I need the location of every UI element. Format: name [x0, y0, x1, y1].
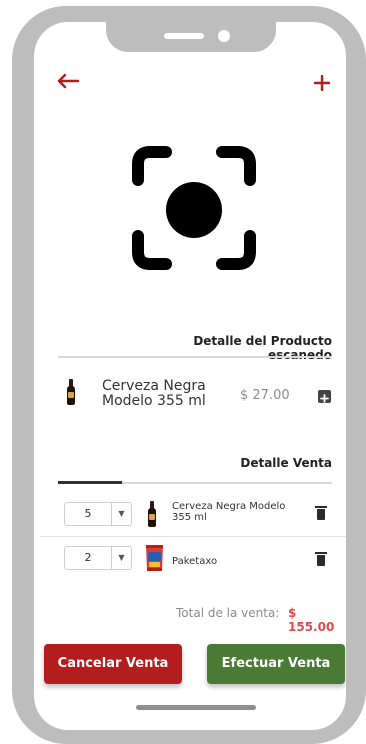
sale-section-title: Detalle Venta [240, 456, 332, 470]
quantity-select[interactable]: 5 ▼ [64, 502, 132, 526]
chevron-down-icon: ▼ [118, 509, 125, 518]
sale-item-name-line2: 355 ml [172, 512, 207, 523]
quantity-select[interactable]: 2 ▼ [64, 546, 132, 570]
back-button[interactable] [56, 68, 80, 94]
scanned-product-name-line2: Modelo 355 ml [102, 393, 206, 409]
sale-tab-indicator [58, 481, 122, 484]
total-value: $ 155.00 [288, 606, 335, 634]
trash-icon [315, 506, 327, 508]
sale-item-name: Cerveza Negra Modelo 355 ml [172, 501, 285, 523]
add-square-icon [320, 394, 329, 403]
trash-icon [315, 552, 327, 554]
plus-icon [313, 74, 331, 92]
beer-bottle-image [148, 501, 156, 527]
row-divider [40, 536, 346, 537]
sale-item-name: Paketaxo [172, 556, 218, 567]
sale-item-name-line1: Cerveza Negra Modelo [172, 501, 286, 512]
chips-bag-image [145, 543, 164, 573]
total-label: Total de la venta: [176, 606, 280, 620]
arrow-left-icon [57, 73, 80, 89]
scanned-product-name: Cerveza Negra Modelo 355 ml [102, 379, 206, 409]
speaker-icon [164, 33, 204, 39]
delete-item-button[interactable] [315, 506, 327, 520]
front-camera-icon [218, 30, 230, 42]
app-screen: Detalle del Producto escanedo Cerveza Ne… [34, 22, 346, 730]
scanned-product-price: $ 27.00 [240, 388, 290, 403]
confirm-sale-button[interactable]: Efectuar Venta [207, 644, 345, 684]
add-product-button[interactable] [313, 70, 331, 96]
cancel-sale-button[interactable]: Cancelar Venta [44, 644, 182, 684]
phone-volume-up-button [18, 156, 26, 212]
scanned-product-name-line1: Cerveza Negra [102, 378, 206, 394]
camera-scan-icon [132, 146, 256, 270]
phone-notch [106, 22, 276, 52]
delete-item-button[interactable] [315, 552, 327, 566]
add-to-sale-button[interactable] [318, 390, 331, 403]
quantity-value: 2 [84, 551, 92, 564]
chevron-down-icon: ▼ [118, 553, 125, 562]
phone-volume-down-button [18, 224, 26, 280]
scan-button[interactable] [132, 146, 256, 270]
scanned-divider [58, 356, 332, 358]
quantity-value: 5 [84, 507, 92, 520]
home-indicator [136, 705, 256, 710]
phone-side-button [18, 100, 26, 132]
beer-bottle-image [67, 379, 75, 405]
